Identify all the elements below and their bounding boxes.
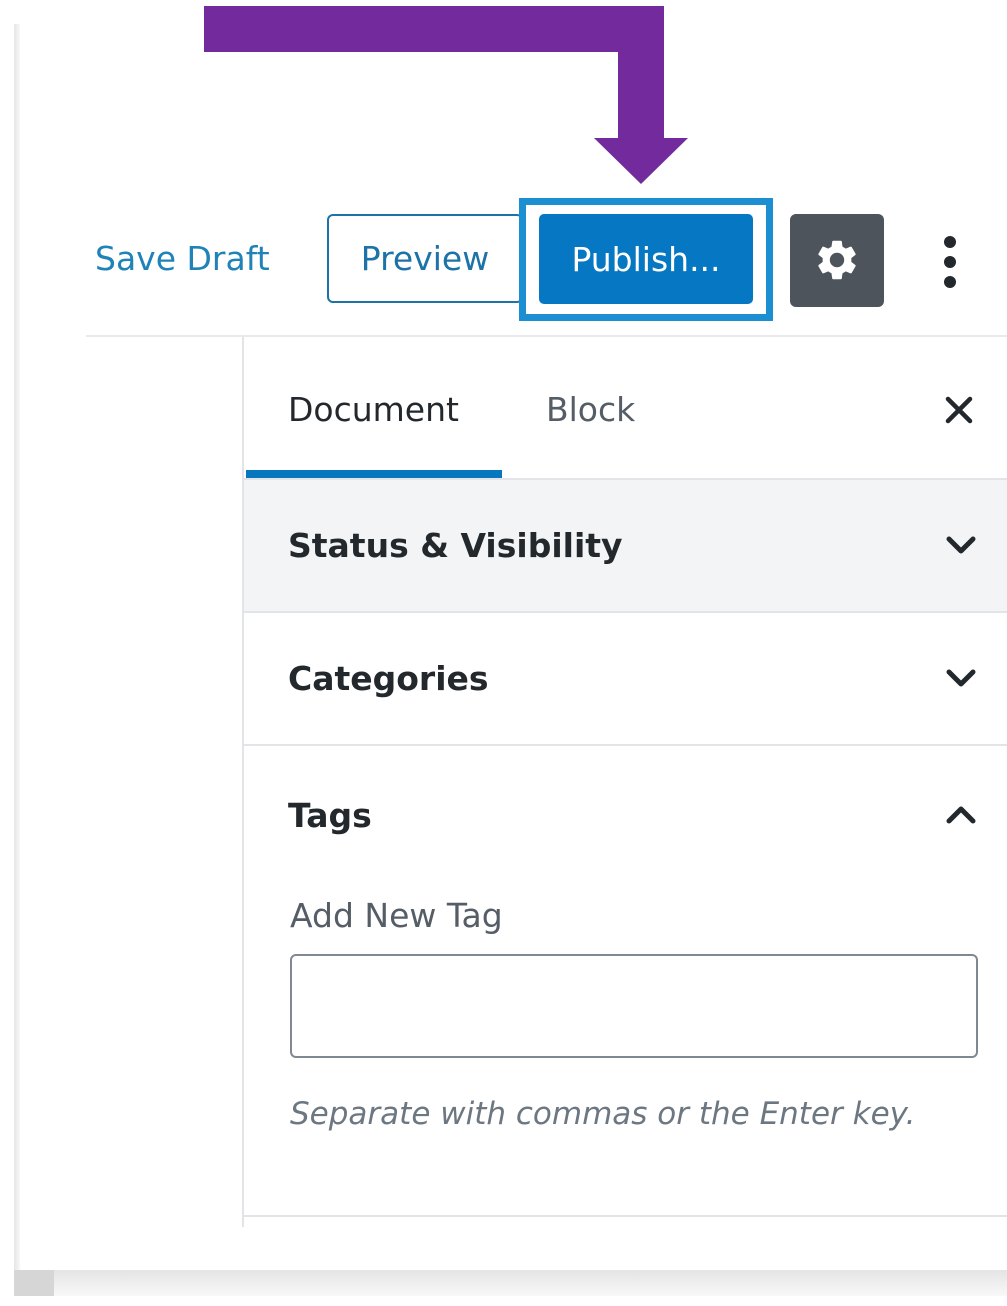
page-shadow-corner [14,1270,54,1296]
publish-button[interactable]: Publish... [539,214,753,304]
close-sidebar-button[interactable] [934,385,984,435]
ellipsis-dot [944,236,956,248]
save-draft-button[interactable]: Save Draft [95,236,270,282]
active-tab-indicator [246,470,502,478]
tab-document[interactable]: Document [288,337,459,478]
annotation-arrow-horizontal [204,6,664,52]
page-shadow-bottom [14,1270,1007,1296]
add-new-tag-input[interactable] [290,954,978,1058]
annotation-arrow-vertical [618,6,664,140]
ellipsis-dot [944,256,956,268]
chevron-up-icon [946,806,976,824]
annotation-arrow-head [594,138,688,184]
panel-title: Tags [288,796,372,835]
ellipsis-dot [944,276,956,288]
panel-title: Categories [288,659,489,698]
settings-sidebar: Document Block Status & Visibility Categ… [242,337,1007,1227]
panel-status-visibility[interactable]: Status & Visibility [244,480,1007,613]
chevron-down-icon [946,669,976,687]
more-options-button[interactable] [922,226,978,298]
tab-block[interactable]: Block [546,337,635,478]
panel-categories[interactable]: Categories [244,613,1007,746]
panel-tags-header[interactable]: Tags [244,746,1007,876]
panel-tags: Tags Add New Tag Separate with commas or… [244,746,1007,1217]
tag-help-text: Separate with commas or the Enter key. [290,1096,916,1132]
panel-title: Status & Visibility [288,526,623,565]
close-icon [945,396,973,424]
add-new-tag-label: Add New Tag [290,896,503,935]
preview-button[interactable]: Preview [327,214,523,303]
chevron-down-icon [946,536,976,554]
sidebar-tabs: Document Block [244,337,1007,480]
gear-icon [818,240,856,280]
settings-button[interactable] [790,214,884,307]
